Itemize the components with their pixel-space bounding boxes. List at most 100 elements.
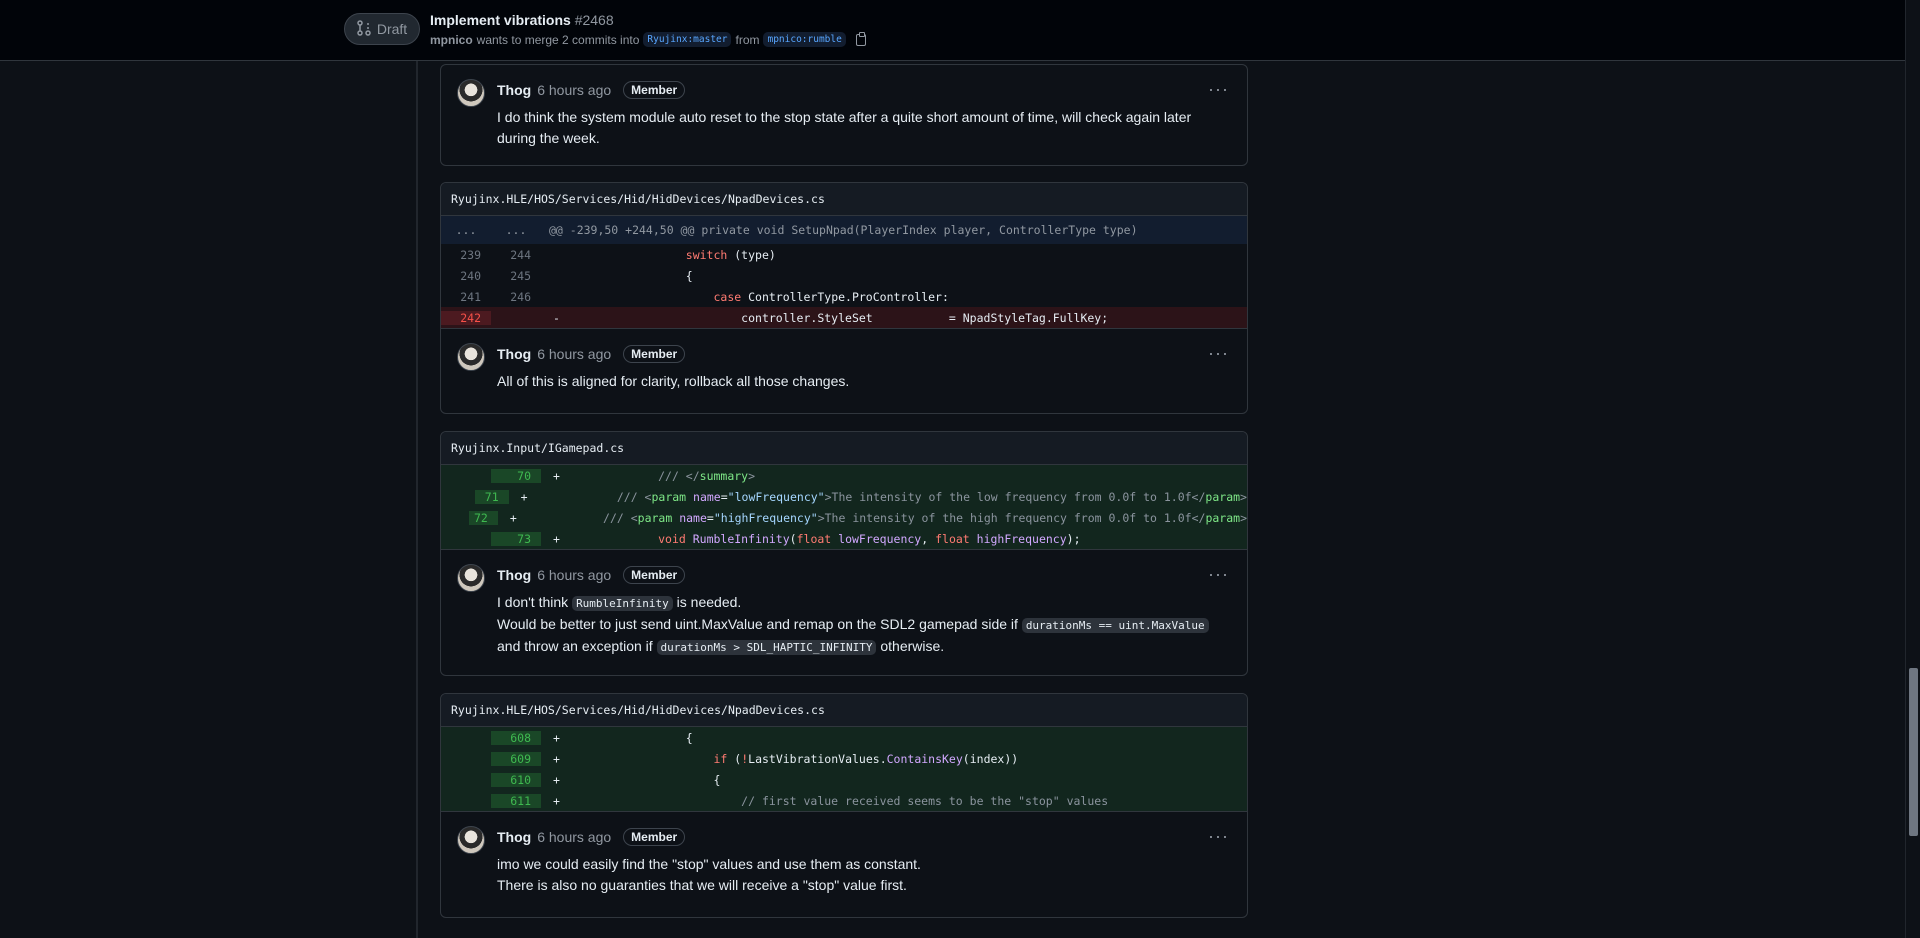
new-line-number[interactable]: 70 <box>491 468 541 483</box>
new-line-number[interactable]: 71 <box>474 489 509 504</box>
code-string: "lowFrequency" <box>727 489 825 504</box>
code-text: controller.StyleSet <box>741 310 873 325</box>
code-comment: /// < <box>603 510 638 525</box>
comment-author[interactable]: Thog <box>497 82 531 98</box>
code-line: case ControllerType.ProController: <box>575 290 948 304</box>
new-line-number[interactable]: 611 <box>491 793 541 808</box>
copy-icon[interactable] <box>855 31 866 46</box>
comment-text: I don't think RumbleInfinity is needed. <box>497 592 1231 614</box>
pr-author-link[interactable]: mpnico <box>430 33 473 47</box>
comment-body: I do think the system module auto reset … <box>497 107 1231 149</box>
avatar[interactable] <box>457 564 485 592</box>
code-keyword: if <box>713 751 728 766</box>
inline-code: durationMs > SDL_HAPTIC_INFINITY <box>656 640 877 655</box>
comment-body: imo we could easily find the "stop" valu… <box>497 854 1231 896</box>
diff-line-added: 611 + // first value received seems to be… <box>441 790 1247 811</box>
comment-timestamp[interactable]: 6 hours ago <box>537 346 611 362</box>
scrollbar-thumb[interactable] <box>1909 668 1918 836</box>
new-line-number[interactable]: 72 <box>469 510 498 525</box>
code-text: = <box>706 510 714 525</box>
new-line-number[interactable]: 608 <box>491 730 541 745</box>
code-comment: > <box>1240 510 1247 525</box>
page-scrollbar[interactable] <box>1905 0 1920 938</box>
old-line-number[interactable]: 240 <box>441 269 491 283</box>
kebab-menu-icon[interactable]: ··· <box>1208 79 1229 100</box>
code-comment: // first value received seems to be the … <box>741 793 1109 808</box>
new-line-number[interactable]: 610 <box>491 772 541 787</box>
draft-state-badge: Draft <box>344 13 420 45</box>
avatar[interactable] <box>457 826 485 854</box>
new-line-number[interactable]: 244 <box>491 248 541 262</box>
kebab-menu-icon[interactable]: ··· <box>1208 343 1229 364</box>
kebab-menu-icon[interactable]: ··· <box>1208 564 1229 585</box>
avatar[interactable] <box>457 343 485 371</box>
hunk-text: @@ -239,50 +244,50 @@ private void Setup… <box>549 223 1138 237</box>
comment-text: There is also no guaranties that we will… <box>497 877 907 893</box>
comment-timestamp[interactable]: 6 hours ago <box>537 82 611 98</box>
diff-line-added: 72 + /// <param name="highFrequency">The … <box>441 507 1247 528</box>
comment-timestamp[interactable]: 6 hours ago <box>537 829 611 845</box>
code-text: , <box>921 531 936 546</box>
base-branch[interactable]: Ryujinx:master <box>643 32 732 47</box>
diff-line-deleted: 242 - controller.StyleSet = NpadStyleTag.… <box>441 307 1247 328</box>
comment-text: I do think the system module auto reset … <box>497 109 1192 125</box>
code-line: if (!LastVibrationValues.ContainsKey(ind… <box>575 752 1018 766</box>
comment-author[interactable]: Thog <box>497 829 531 845</box>
diff-sign: + <box>553 531 560 546</box>
old-line-number[interactable]: 239 <box>441 248 491 262</box>
author-role-badge: Member <box>623 566 686 584</box>
draft-label: Draft <box>376 21 408 37</box>
code-text: = NpadStyleTag.FullKey; <box>948 310 1109 325</box>
pr-title-text: Implement vibrations <box>430 12 571 28</box>
diff-sign: + <box>520 489 528 504</box>
new-line-number[interactable]: 245 <box>491 269 541 283</box>
hunk-expand-right[interactable]: ... <box>491 223 541 237</box>
code-string: "highFrequency" <box>713 510 818 525</box>
new-line-number[interactable]: 73 <box>491 531 541 546</box>
merge-text: wants to merge 2 commits into <box>476 32 640 47</box>
code-comment: > <box>748 468 756 483</box>
code-comment: /// </ <box>658 468 700 483</box>
author-role-badge: Member <box>623 345 686 363</box>
code-tag: param <box>651 489 687 504</box>
diff-sign: - <box>553 310 560 325</box>
code-text: LastVibrationValues. <box>748 751 887 766</box>
code-param: lowFrequency <box>831 531 922 546</box>
diff-sign: + <box>553 730 560 745</box>
review-comment: Thog 6 hours ago Member ··· I don't thin… <box>441 549 1247 672</box>
review-comment: Thog 6 hours ago Member ··· imo we could… <box>441 811 1247 910</box>
code-line: { <box>575 731 693 745</box>
diff-line-added: 608 + { <box>441 727 1247 748</box>
code-text: { <box>713 772 721 787</box>
code-text: ); <box>1066 531 1081 546</box>
head-branch[interactable]: mpnico:rumble <box>763 32 846 47</box>
diff-hunk-header[interactable]: ... ... @@ -239,50 +244,50 @@ private vo… <box>441 216 1247 244</box>
old-line-number[interactable]: 241 <box>441 290 491 304</box>
diff-sign: + <box>553 772 560 787</box>
code-line: void RumbleInfinity(float lowFrequency, … <box>575 531 1081 546</box>
diff-file-path[interactable]: Ryujinx.Input/IGamepad.cs <box>441 432 1247 465</box>
comment-text: All of this is aligned for clarity, roll… <box>497 373 850 389</box>
comment-author[interactable]: Thog <box>497 567 531 583</box>
code-function: RumbleInfinity <box>685 531 790 546</box>
code-attr: name <box>686 489 721 504</box>
new-line-number[interactable]: 609 <box>491 751 541 766</box>
comment-text: and throw an exception if durationMs > S… <box>497 636 1231 658</box>
kebab-menu-icon[interactable]: ··· <box>1208 826 1229 847</box>
pr-sticky-header: Draft Implement vibrations #2468 mpnico … <box>0 0 1905 61</box>
diff-file-path[interactable]: Ryujinx.HLE/HOS/Services/Hid/HidDevices/… <box>441 694 1247 727</box>
pr-title[interactable]: Implement vibrations #2468 <box>430 12 614 28</box>
diff-file-path[interactable]: Ryujinx.HLE/HOS/Services/Hid/HidDevices/… <box>441 183 1247 216</box>
comment-timestamp[interactable]: 6 hours ago <box>537 567 611 583</box>
hunk-expand-left[interactable]: ... <box>441 223 491 237</box>
comment-text: Would be better to just send uint.MaxVal… <box>497 614 1231 636</box>
old-line-number[interactable]: 242 <box>441 310 491 325</box>
code-keyword: float <box>796 531 832 546</box>
diff-sign: + <box>553 468 560 483</box>
review-diff-thread: Ryujinx.Input/IGamepad.cs 70 + /// </summ… <box>440 431 1248 676</box>
new-line-number[interactable]: 246 <box>491 290 541 304</box>
text: and throw an exception if <box>497 638 657 654</box>
comment-author[interactable]: Thog <box>497 346 531 362</box>
diff-line: 240 245 { <box>441 265 1247 286</box>
avatar[interactable] <box>457 79 485 107</box>
